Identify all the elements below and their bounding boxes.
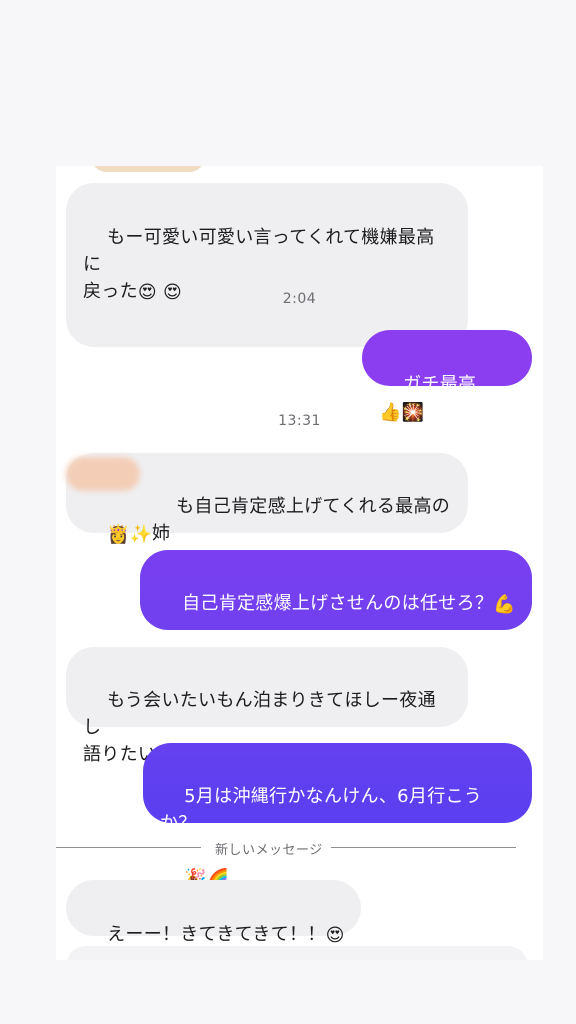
message-text: えーー！きてきてきて！！ (107, 924, 326, 945)
timestamp: 2:04 (282, 291, 317, 307)
divider-line-right (331, 847, 516, 848)
message-text: 自己肯定感爆上げさせんのは任せろ？ (182, 593, 494, 614)
heart-eyes-emoji-icon: 😍 (325, 924, 345, 946)
incoming-message-bubble[interactable]: もー可愛い可愛い言ってくれて機嫌最高に 戻った😍 😍 (66, 183, 468, 347)
next-message-bubble-edge (66, 946, 528, 960)
message-text: 5月は沖縄行かなんけん、6月行こうか？ (160, 786, 483, 834)
outgoing-message-bubble[interactable]: ガチ最高👍🎇 (362, 330, 532, 423)
flexed-biceps-emoji-icon: 💪 (493, 593, 516, 615)
princess-sparkles-emoji-icon: 👸✨ (107, 523, 153, 545)
timestamp: 13:31 (278, 413, 321, 429)
redacted-name-blur (66, 457, 140, 491)
new-messages-divider-label: 新しいメッセージ (215, 843, 323, 858)
outgoing-message-bubble[interactable]: 自己肯定感爆上げさせんのは任せろ？💪 😎 (140, 550, 532, 669)
previous-message-bubble-edge (92, 166, 204, 172)
message-text: ガチ最高 (403, 374, 477, 395)
incoming-message-bubble[interactable]: もう会いたいもん泊まりきてほしー夜通し 語りたい😭😭😭 (66, 647, 468, 766)
message-list[interactable]: もー可愛い可愛い言ってくれて機嫌最高に 戻った😍 😍 2:04 ガチ最高👍🎇 1… (56, 166, 543, 960)
incoming-message-bubble[interactable]: えーー！きてきてきて！！😍 (66, 880, 361, 946)
divider-line-left (56, 847, 201, 848)
outgoing-message-bubble[interactable]: 5月は沖縄行かなんけん、6月行こうか？ 🎉🌈 (143, 743, 532, 889)
chat-screen: { "conversation": { "messages": [ {"id":… (0, 0, 576, 1024)
message-emoji-line: 👸✨ (83, 493, 153, 575)
message-text: も自己肯定感上げてくれる最高の姉 (152, 496, 451, 544)
